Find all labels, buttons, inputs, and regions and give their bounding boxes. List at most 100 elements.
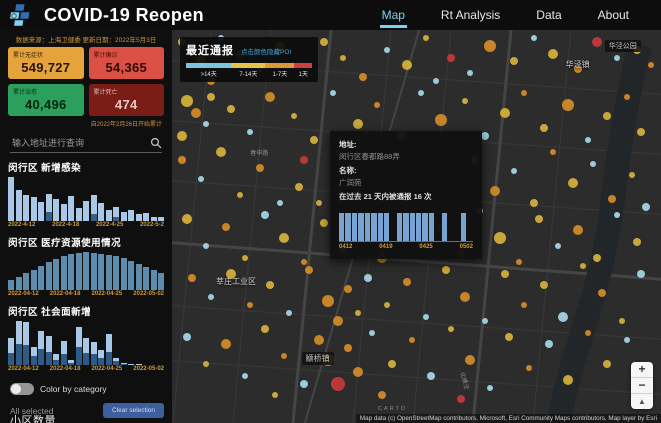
poi-dot[interactable] [462,98,468,104]
poi-dot[interactable] [242,373,248,379]
poi-dot[interactable] [183,333,191,341]
poi-dot[interactable] [247,302,253,308]
poi-dot[interactable] [633,238,641,246]
poi-dot[interactable] [614,212,620,218]
poi-dot[interactable] [487,385,493,391]
poi-dot[interactable] [435,114,447,126]
poi-dot[interactable] [355,310,361,316]
poi-dot[interactable] [216,147,226,157]
locate-button[interactable]: ▲ [631,394,653,409]
poi-dot[interactable] [364,274,372,282]
poi-dot[interactable] [333,316,343,326]
poi-dot[interactable] [648,62,654,68]
poi-dot[interactable] [585,137,591,143]
poi-dot[interactable] [409,337,415,343]
poi-dot[interactable] [540,124,548,132]
poi-dot[interactable] [181,95,193,107]
poi-dot[interactable] [545,340,553,348]
poi-dot[interactable] [227,105,235,113]
poi-dot[interactable] [177,131,187,141]
poi-dot[interactable] [320,219,328,227]
poi-dot[interactable] [562,99,574,111]
poi-dot[interactable] [448,326,454,332]
poi-dot[interactable] [550,149,556,155]
poi-dot[interactable] [418,90,424,96]
poi-dot[interactable] [314,335,324,345]
poi-dot[interactable] [608,195,616,203]
poi-dot[interactable] [291,113,297,119]
poi-dot[interactable] [384,47,390,53]
poi-dot[interactable] [295,183,303,191]
poi-dot[interactable] [505,333,513,341]
poi-dot[interactable] [256,164,264,172]
poi-dot[interactable] [624,337,630,343]
poi-dot[interactable] [207,93,215,101]
tab-about[interactable]: About [596,2,631,28]
map-canvas[interactable]: 华泾公园华泾镇莘庄工业区颛桥镇春申路北横泾 最近通报 点击颜色隐藏POI >14… [172,30,661,423]
poi-dot[interactable] [548,49,558,59]
poi-dot[interactable] [378,391,386,399]
poi-dot[interactable] [457,395,465,403]
poi-dot[interactable] [281,353,287,359]
poi-dot[interactable] [521,90,527,96]
poi-dot[interactable] [242,255,248,261]
legend-segment[interactable] [294,63,312,68]
poi-dot[interactable] [191,108,201,118]
color-by-category-toggle[interactable] [10,383,34,395]
poi-dot[interactable] [261,211,269,219]
poi-dot[interactable] [526,365,532,371]
poi-dot[interactable] [310,136,318,144]
poi-dot[interactable] [427,372,435,380]
poi-dot[interactable] [374,102,380,108]
poi-dot[interactable] [359,73,367,81]
poi-dot[interactable] [221,339,231,349]
poi-dot[interactable] [353,119,363,129]
poi-dot[interactable] [237,192,243,198]
poi-dot[interactable] [511,168,517,174]
poi-dot[interactable] [535,215,543,223]
poi-dot[interactable] [516,259,522,265]
poi-dot[interactable] [568,178,578,188]
search-input[interactable] [10,137,150,149]
poi-dot[interactable] [433,78,439,84]
poi-dot[interactable] [590,161,596,167]
poi-dot[interactable] [300,156,308,164]
poi-dot[interactable] [261,325,269,333]
poi-dot[interactable] [484,40,496,52]
poi-dot[interactable] [203,361,209,367]
poi-dot[interactable] [460,292,470,302]
poi-dot[interactable] [203,121,209,127]
poi-dot[interactable] [521,302,527,308]
poi-dot[interactable] [580,263,586,269]
poi-dot[interactable] [490,186,500,196]
tab-map[interactable]: Map [380,2,407,28]
poi-dot[interactable] [614,55,620,61]
poi-dot[interactable] [344,344,352,352]
poi-dot[interactable] [593,254,601,262]
poi-dot[interactable] [208,294,214,300]
poi-dot[interactable] [423,35,429,41]
poi-dot[interactable] [344,285,352,293]
legend-segment[interactable] [231,63,265,68]
poi-dot[interactable] [603,360,611,368]
poi-dot[interactable] [305,266,313,274]
legend-segment[interactable] [186,63,231,68]
poi-dot[interactable] [178,156,186,164]
poi-dot[interactable] [447,54,455,62]
poi-dot[interactable] [481,132,489,140]
poi-dot[interactable] [494,232,506,244]
poi-dot[interactable] [301,259,307,265]
poi-dot[interactable] [465,355,475,365]
poi-dot[interactable] [482,318,488,324]
poi-dot[interactable] [316,200,322,206]
poi-dot[interactable] [442,266,450,274]
poi-dot[interactable] [188,274,196,282]
poi-dot[interactable] [388,360,396,368]
poi-dot[interactable] [510,57,518,65]
tab-rt-analysis[interactable]: Rt Analysis [439,2,502,28]
poi-dot[interactable] [279,233,289,243]
clear-selection-button[interactable]: Clear selection [103,403,164,418]
poi-dot[interactable] [403,278,411,286]
poi-dot[interactable] [198,176,204,182]
poi-dot[interactable] [501,270,509,278]
